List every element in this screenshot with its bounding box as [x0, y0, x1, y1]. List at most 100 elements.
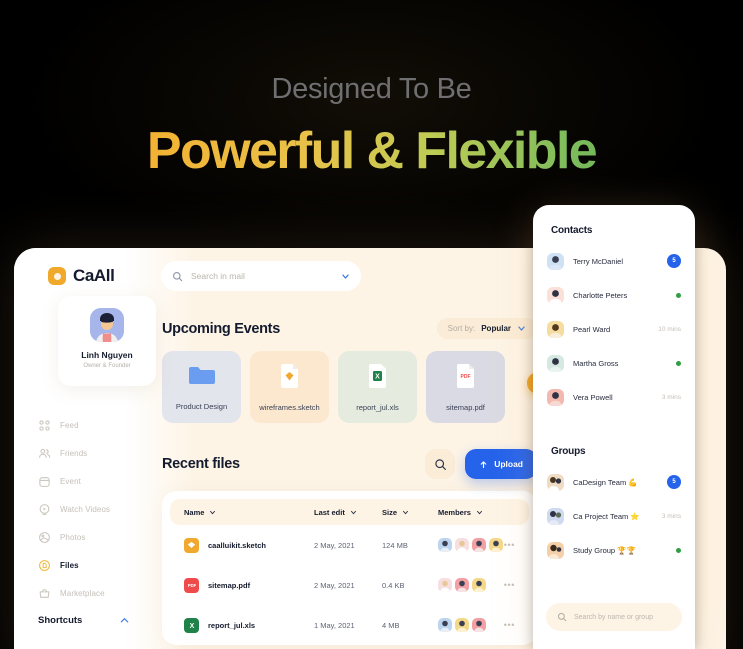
column-header-members[interactable]: Members [438, 508, 515, 517]
files-search-button[interactable] [425, 449, 456, 479]
file-name-cell: X report_jul.xls [184, 617, 314, 633]
avatar [547, 473, 564, 491]
sidebar-item-label: Photos [60, 532, 86, 542]
file-last-edit: 2 May, 2021 [314, 540, 355, 550]
contact-row[interactable]: Charlotte Peters [547, 278, 681, 312]
hero-subtitle: Designed To Be [271, 73, 472, 105]
group-name: Study Group 🏆🏆 [573, 545, 636, 555]
group-row[interactable]: Study Group 🏆🏆 [547, 533, 681, 567]
contact-row[interactable]: Pearl Ward 10 mins [547, 312, 681, 346]
group-row[interactable]: Ca Project Team ⭐ 3 mins [547, 499, 681, 533]
recent-files-actions: Upload [425, 449, 537, 479]
event-card[interactable]: X report_jul.xls [338, 351, 417, 423]
row-menu-button[interactable]: ••• [504, 580, 515, 590]
column-header-name[interactable]: Name [184, 508, 314, 517]
sidebar-item-label: Watch Videos [60, 504, 111, 514]
contacts-title: Contacts [551, 225, 593, 236]
calendar-icon [39, 476, 50, 487]
contact-name: Martha Gross [573, 358, 619, 368]
search-icon [557, 612, 567, 622]
group-name: CaDesign Team 💪 [573, 477, 638, 487]
folder-icon [187, 364, 217, 393]
file-members [438, 538, 504, 552]
pdf-icon: PDF [184, 577, 199, 593]
group-row[interactable]: CaDesign Team 💪 5 [547, 465, 681, 499]
sidebar-item-event[interactable]: Event [32, 467, 132, 495]
sidebar-item-label: Marketplace [60, 588, 105, 598]
avatar [547, 320, 564, 338]
hero-title: Powerful & Flexible [0, 121, 743, 181]
sidebar-item-friends[interactable]: Friends [32, 439, 132, 467]
groups-list: CaDesign Team 💪 5 Ca Project Team ⭐ 3 mi… [533, 457, 695, 567]
avatar [438, 578, 452, 592]
group-name: Ca Project Team ⭐ [573, 511, 640, 521]
row-menu-button[interactable]: ••• [504, 620, 515, 630]
column-header-size[interactable]: Size [382, 508, 438, 517]
logo-label: CaAll [73, 266, 115, 285]
table-row[interactable]: X report_jul.xls 1 May, 2021 4 MB ••• [170, 605, 529, 645]
file-last-edit: 1 May, 2021 [314, 620, 355, 630]
avatar [438, 618, 452, 632]
file-name-cell: PDF sitemap.pdf [184, 577, 314, 593]
grid-icon [39, 419, 50, 431]
app-logo[interactable]: CaAll [48, 266, 115, 286]
event-card[interactable]: PDF sitemap.pdf [426, 351, 505, 423]
avatar [489, 538, 503, 552]
column-label: Last edit [314, 507, 345, 517]
profile-card[interactable]: Linh Nguyen Owner & Founder [58, 296, 156, 386]
column-label: Name [184, 507, 205, 517]
event-card[interactable]: Product Design [162, 351, 241, 423]
sidebar-item-feed[interactable]: Feed [32, 411, 132, 439]
event-card[interactable]: wireframes.sketch [250, 351, 329, 423]
contacts-search-input[interactable]: Search by name or group [546, 603, 682, 631]
sort-by-dropdown[interactable]: Sort by: Popular [436, 318, 537, 339]
people-icon [39, 448, 51, 458]
sidebar-item-photos[interactable]: Photos [32, 523, 132, 551]
upload-button[interactable]: Upload [465, 449, 537, 479]
status-badge: 5 [667, 475, 681, 489]
avatar [547, 541, 564, 559]
avatar [547, 507, 564, 525]
svg-text:PDF: PDF [461, 374, 471, 380]
contact-name: Terry McDaniel [573, 256, 624, 266]
recent-files-header: Recent files Upload [162, 449, 537, 479]
table-row[interactable]: caalluikit.sketch 2 May, 2021 124 MB ••• [170, 525, 529, 565]
shortcuts-section-toggle[interactable]: Shortcuts [32, 615, 136, 626]
avatar [90, 308, 124, 342]
event-card-label: sitemap.pdf [446, 402, 485, 412]
event-card-label: Product Design [175, 401, 228, 411]
excel-icon: X [367, 363, 388, 394]
avatar [547, 286, 564, 304]
sidebar-item-marketplace[interactable]: Marketplace [32, 579, 132, 607]
shortcuts-label: Shortcuts [38, 615, 83, 626]
contacts-search-placeholder: Search by name or group [574, 613, 653, 621]
recent-files-table: Name Last edit Size Members caalluikit.s… [162, 491, 537, 645]
search-icon [173, 271, 183, 281]
sidebar-item-label: Feed [60, 420, 79, 430]
chevron-down-icon[interactable] [341, 272, 350, 281]
sidebar-item-files[interactable]: Files [32, 551, 132, 579]
group-status-time: 3 mins [661, 512, 681, 520]
marketplace-icon [39, 588, 50, 598]
online-status-dot [676, 547, 681, 553]
contact-row[interactable]: Martha Gross [547, 346, 681, 380]
contact-status-time: 3 mins [661, 393, 681, 401]
contact-row[interactable]: Vera Powell 3 mins [547, 380, 681, 414]
pdf-icon: PDF [455, 363, 476, 394]
contacts-panel: Contacts Terry McDaniel 5 Charlotte Pete… [533, 205, 695, 649]
avatar [547, 354, 564, 372]
sidebar-item-watch-videos[interactable]: Watch Videos [32, 495, 132, 523]
groups-title: Groups [551, 446, 586, 457]
file-name: sitemap.pdf [208, 580, 251, 590]
svg-text:X: X [189, 623, 194, 630]
contact-row[interactable]: Terry McDaniel 5 [547, 244, 681, 278]
file-size: 4 MB [382, 620, 400, 630]
row-menu-button[interactable]: ••• [504, 540, 515, 550]
online-status-dot [676, 360, 681, 366]
column-header-last-edit[interactable]: Last edit [314, 508, 382, 517]
chevron-up-icon[interactable] [119, 615, 130, 626]
search-icon [434, 458, 446, 470]
table-row[interactable]: PDF sitemap.pdf 2 May, 2021 0.4 KB ••• [170, 565, 529, 605]
video-icon [39, 503, 50, 515]
mail-search-bar[interactable]: Search in mail [161, 261, 361, 291]
